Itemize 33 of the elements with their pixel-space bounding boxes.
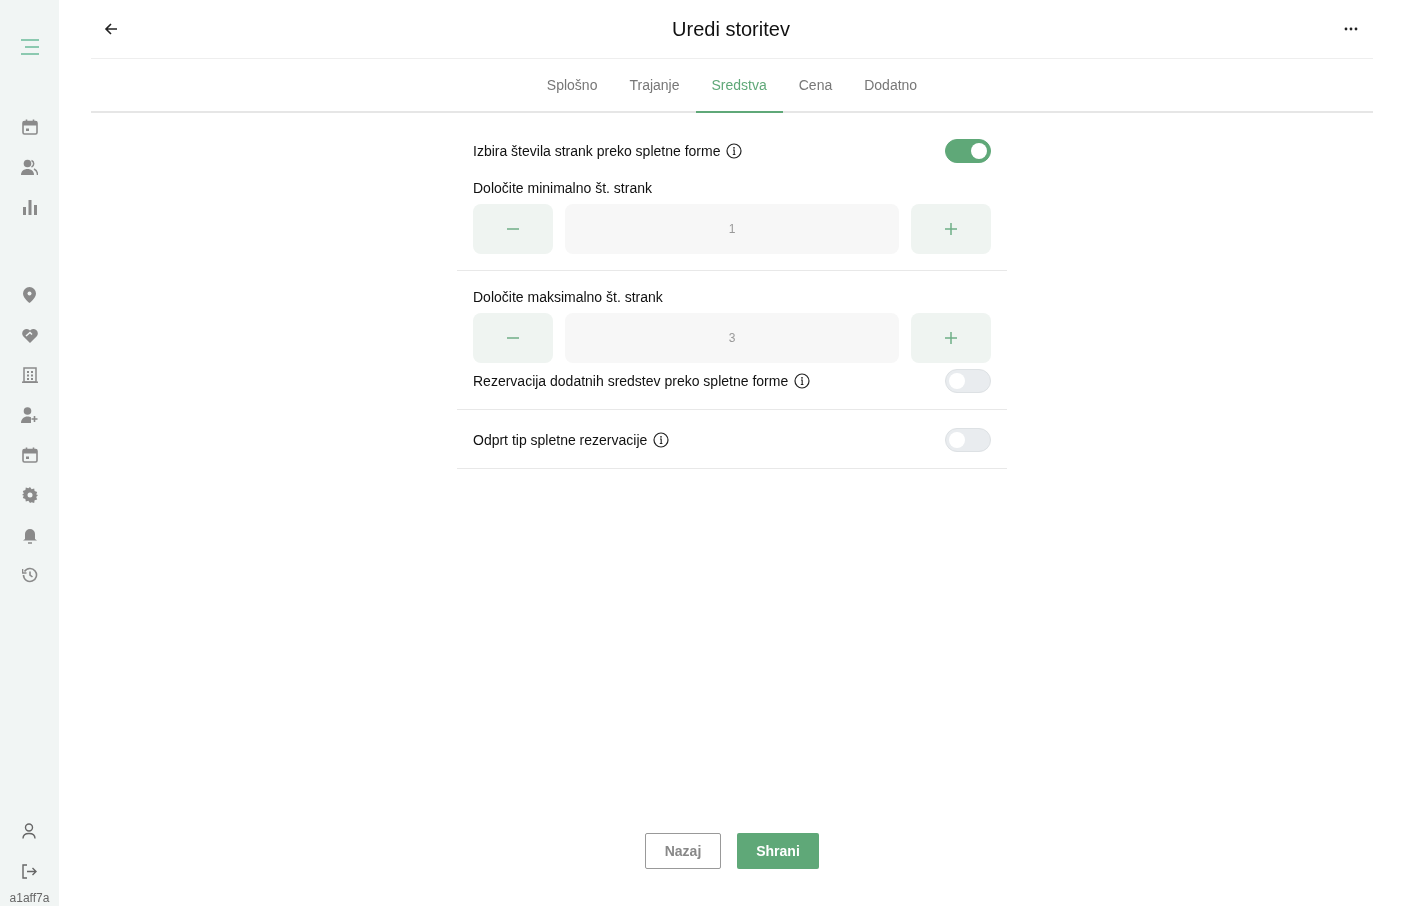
minus-icon <box>507 337 519 339</box>
users-icon[interactable] <box>19 157 40 177</box>
building-icon[interactable] <box>19 365 40 385</box>
tab[interactable]: Sredstva <box>695 59 783 113</box>
page-title: Uredi storitev <box>672 17 790 41</box>
save-button[interactable]: Shrani <box>737 833 819 869</box>
toggle-switch[interactable] <box>945 139 991 163</box>
field-label: Določite minimalno št. strank <box>473 180 653 196</box>
info-icon[interactable] <box>726 143 743 159</box>
back-button[interactable]: Nazaj <box>645 833 721 869</box>
history-icon[interactable] <box>19 565 40 585</box>
back-arrow-icon[interactable] <box>103 21 119 37</box>
calendar-icon[interactable] <box>19 445 40 465</box>
plus-icon <box>945 332 957 344</box>
plus-icon <box>945 223 957 235</box>
menu-icon[interactable] <box>19 37 40 57</box>
field-label: Določite maksimalno št. strank <box>473 289 664 305</box>
add-user-icon[interactable] <box>19 405 40 425</box>
number-field[interactable]: 1 <box>565 204 899 254</box>
tab[interactable]: Cena <box>782 59 849 113</box>
version-label: a1aff7a <box>9 891 50 906</box>
tab[interactable]: Dodatno <box>848 59 934 113</box>
tab[interactable]: Trajanje <box>613 59 696 113</box>
number-field[interactable]: 3 <box>565 313 899 363</box>
info-icon[interactable] <box>653 432 670 448</box>
logout-icon[interactable] <box>19 861 40 881</box>
setting-label: Izbira števila strank preko spletne forme <box>473 143 721 159</box>
info-icon[interactable] <box>794 373 811 389</box>
minus-icon <box>507 228 519 230</box>
calendar-icon[interactable] <box>19 117 40 137</box>
setting-label: Rezervacija dodatnih sredstev preko spletne forme <box>473 373 789 389</box>
tab[interactable]: Splošno <box>530 59 614 113</box>
setting-label: Odprt tip spletne rezervacije <box>473 432 648 448</box>
